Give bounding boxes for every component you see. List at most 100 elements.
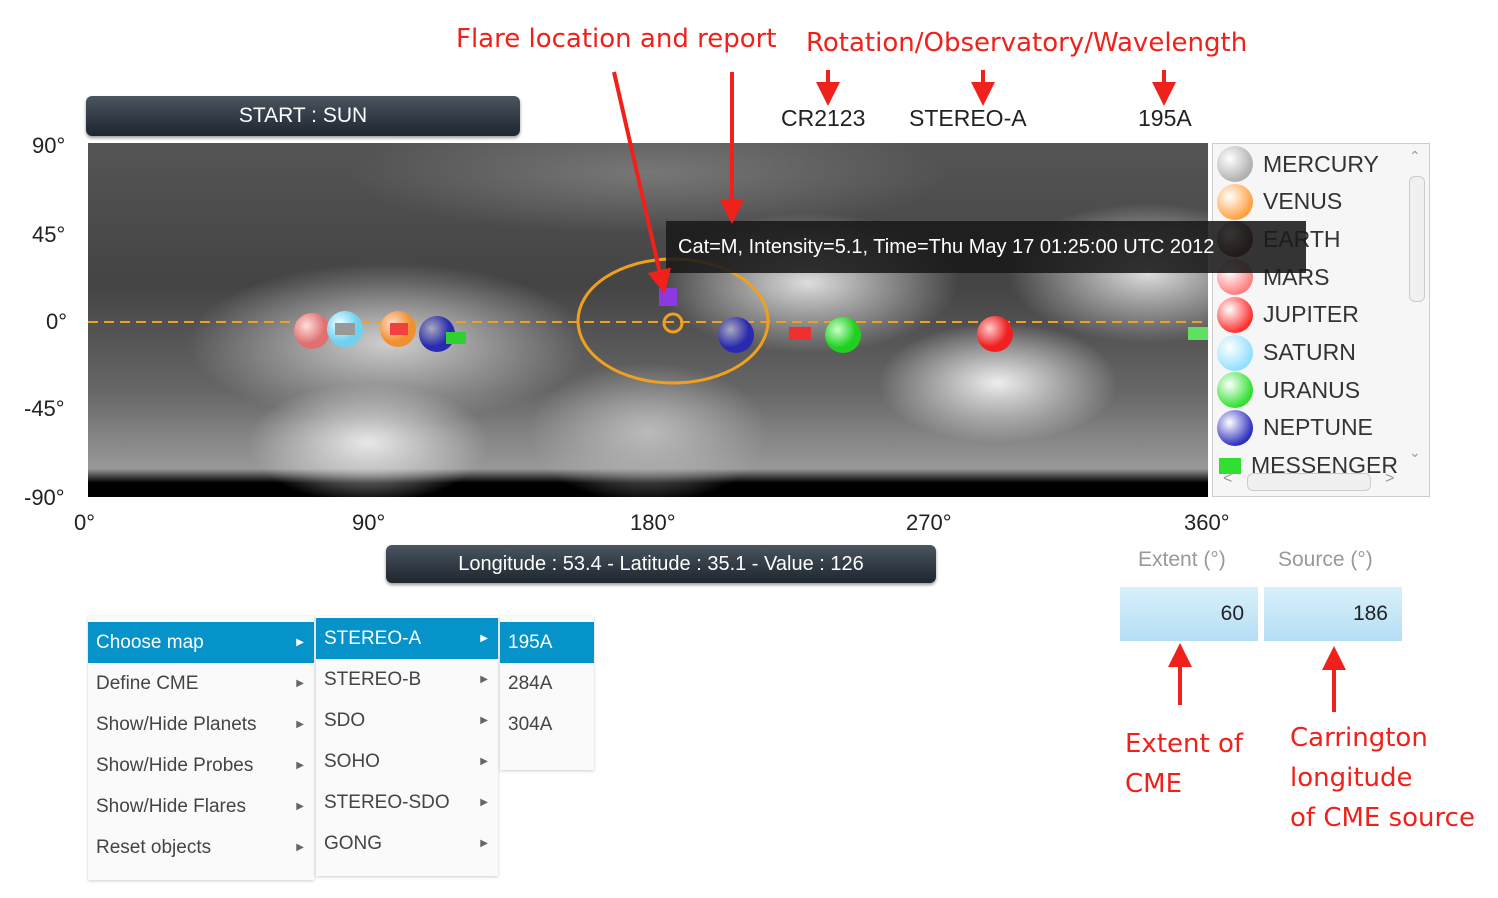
menu-item-define-cme[interactable]: Define CME ▶ bbox=[88, 663, 314, 704]
sphere-icon bbox=[1217, 409, 1253, 446]
legend-item-uranus[interactable]: URANUS bbox=[1217, 371, 1360, 409]
menu-item-show-hide-planets[interactable]: Show/Hide Planets ▶ bbox=[88, 704, 314, 745]
probe-marker bbox=[1188, 327, 1208, 340]
start-sun-button[interactable]: START : SUN bbox=[86, 96, 520, 136]
flare-marker[interactable] bbox=[659, 288, 677, 306]
cursor-readout: Longitude : 53.4 - Latitude : 35.1 - Val… bbox=[386, 545, 936, 583]
submenu-arrow-icon: ▶ bbox=[296, 760, 304, 771]
observatory-item-stereo-sdo[interactable]: STEREO-SDO ▶ bbox=[316, 782, 498, 823]
context-menu: Choose map ▶ Define CME ▶ Show/Hide Planets ▶… bbox=[88, 616, 314, 880]
menu-item-label: 304A bbox=[508, 714, 553, 735]
wavelength-item-195a[interactable]: 195A bbox=[500, 622, 594, 663]
legend-item-jupiter[interactable]: JUPITER bbox=[1217, 296, 1359, 334]
menu-item-label: Reset objects bbox=[96, 837, 212, 858]
menu-item-label: Show/Hide Planets bbox=[96, 714, 257, 735]
legend-label: JUPITER bbox=[1263, 301, 1359, 328]
probe-marker bbox=[390, 323, 408, 335]
menu-item-label: Define CME bbox=[96, 673, 199, 694]
submenu-arrow-icon: ▶ bbox=[480, 715, 488, 726]
submenu-arrow-icon: ▶ bbox=[296, 678, 304, 689]
legend-item-messenger[interactable]: MESSENGER bbox=[1217, 447, 1398, 485]
annotation-extent: Extent of CME bbox=[1125, 724, 1243, 804]
sphere-icon bbox=[1217, 334, 1253, 371]
annotation-rotation: Rotation/Observatory/Wavelength bbox=[806, 28, 1248, 58]
legend-item-venus[interactable]: VENUS bbox=[1217, 183, 1342, 221]
menu-item-label: 195A bbox=[508, 632, 553, 653]
menu-item-show-hide-flares[interactable]: Show/Hide Flares ▶ bbox=[88, 786, 314, 827]
observatory-item-stereo-a[interactable]: STEREO-A ▶ bbox=[316, 618, 498, 659]
menu-item-label: Choose map bbox=[96, 632, 204, 653]
messenger-marker bbox=[446, 332, 466, 344]
lat-tick: 45° bbox=[32, 222, 66, 247]
sphere-icon bbox=[1217, 372, 1253, 409]
submenu-arrow-icon: ▶ bbox=[296, 637, 304, 648]
annotation-flare: Flare location and report bbox=[456, 24, 777, 54]
submenu-arrow-icon: ▶ bbox=[296, 801, 304, 812]
scroll-up-icon[interactable]: ⌃ bbox=[1409, 148, 1421, 165]
menu-item-label: Show/Hide Flares bbox=[96, 796, 246, 817]
legend-label: NEPTUNE bbox=[1263, 414, 1373, 441]
annotation-source: Carrington longitude of CME source bbox=[1290, 718, 1475, 838]
menu-item-label: STEREO-A bbox=[324, 628, 422, 649]
legend-label: URANUS bbox=[1263, 376, 1361, 403]
lon-tick: 0° bbox=[74, 510, 96, 535]
source-label: Source (°) bbox=[1278, 548, 1373, 571]
scroll-thumb[interactable] bbox=[1409, 176, 1425, 302]
legend-item-mercury[interactable]: MERCURY bbox=[1217, 145, 1379, 183]
annotation-line: longitude bbox=[1290, 763, 1413, 793]
lat-tick: -90° bbox=[24, 485, 65, 510]
submenu-arrow-icon: ▶ bbox=[296, 842, 304, 853]
rotation-label: CR2123 bbox=[781, 105, 866, 131]
menu-item-label: SDO bbox=[324, 710, 366, 731]
lat-tick: 90° bbox=[32, 133, 66, 158]
submenu-arrow-icon: ▶ bbox=[296, 719, 304, 730]
submenu-arrow-icon: ▶ bbox=[480, 797, 488, 808]
extent-input[interactable]: 60 bbox=[1120, 587, 1258, 641]
scroll-down-icon[interactable]: ⌄ bbox=[1409, 444, 1421, 461]
submenu-arrow-icon: ▶ bbox=[480, 674, 488, 685]
observatory-item-stereo-b[interactable]: STEREO-B ▶ bbox=[316, 659, 498, 700]
annotation-line: of CME source bbox=[1290, 803, 1475, 833]
menu-item-show-hide-probes[interactable]: Show/Hide Probes ▶ bbox=[88, 745, 314, 786]
menu-item-label: Show/Hide Probes bbox=[96, 755, 254, 776]
uranus-marker bbox=[825, 317, 861, 353]
lat-tick: -45° bbox=[24, 396, 65, 421]
wavelength-submenu: 195A 284A 304A bbox=[500, 616, 594, 770]
legend-item-neptune[interactable]: NEPTUNE bbox=[1217, 409, 1373, 447]
legend-item-saturn[interactable]: SATURN bbox=[1217, 334, 1356, 372]
wavelength-item-284a[interactable]: 284A bbox=[500, 663, 594, 704]
menu-item-label: 284A bbox=[508, 673, 553, 694]
wavelength-label: 195A bbox=[1138, 105, 1192, 131]
menu-item-choose-map[interactable]: Choose map ▶ bbox=[88, 622, 314, 663]
mars-marker bbox=[294, 313, 330, 349]
observatory-item-sdo[interactable]: SDO ▶ bbox=[316, 700, 498, 741]
observatory-item-soho[interactable]: SOHO ▶ bbox=[316, 741, 498, 782]
probe-marker bbox=[789, 327, 811, 340]
extent-label: Extent (°) bbox=[1138, 548, 1226, 571]
annotation-line: CME bbox=[1125, 769, 1183, 799]
annotation-line: Extent of bbox=[1125, 729, 1244, 759]
probe-marker bbox=[335, 323, 355, 335]
annotation-line: Carrington bbox=[1290, 723, 1428, 753]
wavelength-item-304a[interactable]: 304A bbox=[500, 704, 594, 745]
lon-tick: 270° bbox=[906, 510, 952, 535]
submenu-arrow-icon: ▶ bbox=[480, 633, 488, 644]
lat-tick: 0° bbox=[46, 309, 68, 334]
vertical-scrollbar[interactable]: ⌃ ⌄ bbox=[1405, 144, 1429, 468]
square-icon bbox=[1219, 457, 1241, 474]
planet-marker bbox=[718, 317, 754, 353]
sphere-icon bbox=[1217, 146, 1253, 182]
menu-item-label: SOHO bbox=[324, 751, 380, 772]
legend-label: SATURN bbox=[1263, 339, 1356, 365]
map-overlay bbox=[88, 257, 1208, 385]
lon-tick: 90° bbox=[352, 510, 386, 535]
observatory-item-gong[interactable]: GONG ▶ bbox=[316, 823, 498, 864]
menu-item-reset-objects[interactable]: Reset objects ▶ bbox=[88, 827, 314, 868]
solar-map[interactable] bbox=[88, 143, 1208, 497]
source-input[interactable]: 186 bbox=[1264, 587, 1402, 641]
sphere-icon bbox=[1217, 296, 1253, 333]
menu-item-label: GONG bbox=[324, 833, 383, 854]
submenu-arrow-icon: ▶ bbox=[480, 838, 488, 849]
object-legend[interactable]: ⌃ ⌄ < > MERCURYVENUSEARTHMARSJUPITERSATU… bbox=[1212, 143, 1430, 497]
legend-label: MESSENGER bbox=[1251, 452, 1398, 479]
